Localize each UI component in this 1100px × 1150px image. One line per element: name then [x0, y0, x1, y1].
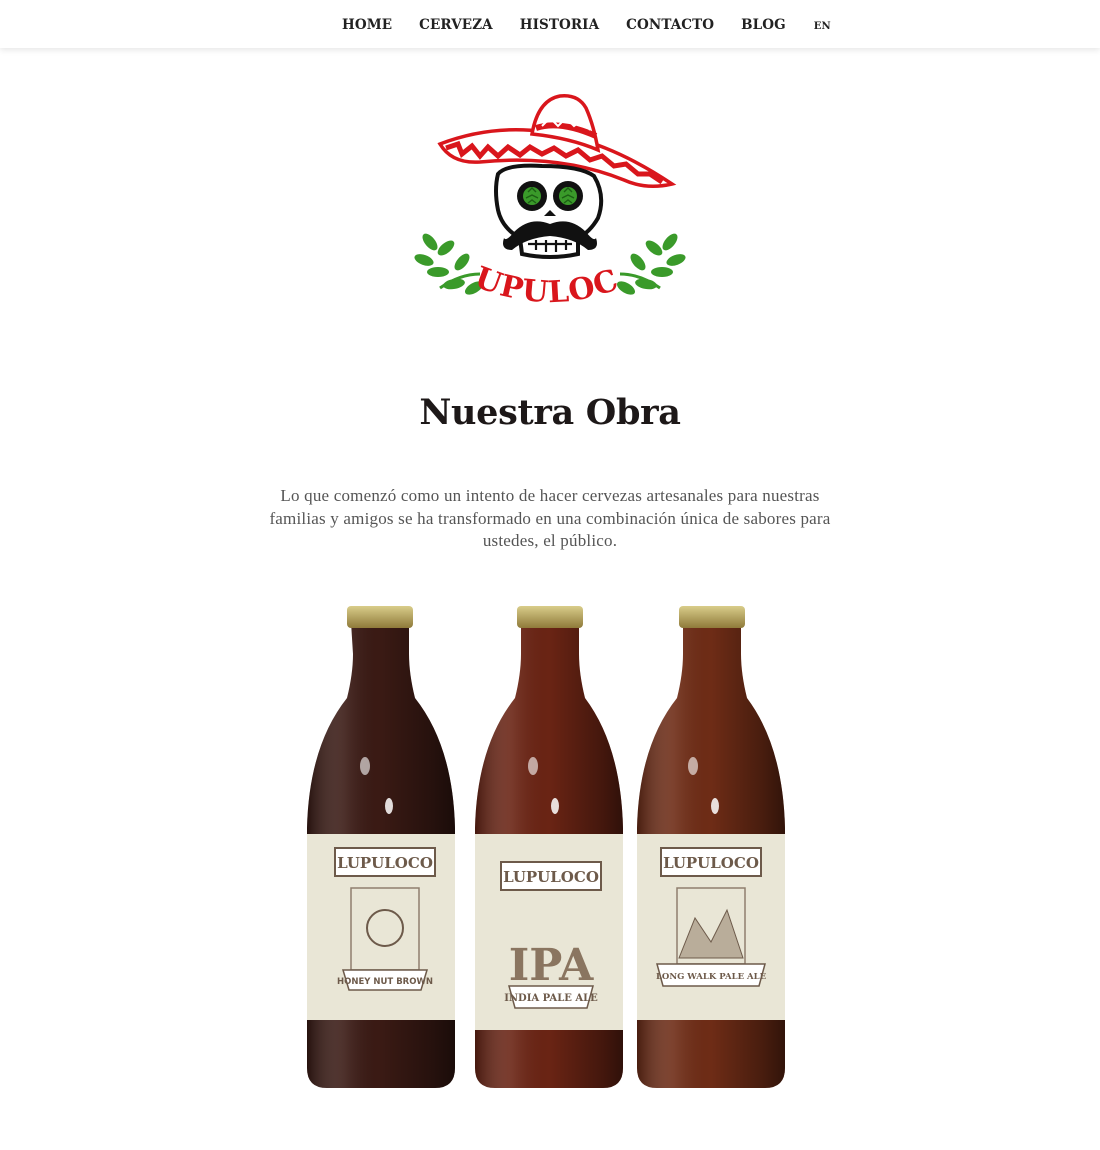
- laurel-right-icon: [616, 233, 686, 295]
- language-switch[interactable]: EN: [814, 21, 831, 32]
- bottle-1-brand: LUPULOCO: [337, 854, 433, 872]
- intro-paragraph: Lo que comenzó como un intento de hacer …: [269, 486, 831, 550]
- page-title: Nuestra Obra: [419, 392, 681, 433]
- bottle-india-pale-ale: LUPULOCO IPA INDIA PALE ALE: [475, 606, 623, 1088]
- nav-menu: HOME CERVEZA HISTORIA CONTACTO BLOG EN: [342, 17, 831, 33]
- nav-item-contacto[interactable]: CONTACTO: [626, 17, 714, 33]
- bottle-1-style: HONEY NUT BROWN: [337, 977, 433, 987]
- bottle-2-big: IPA: [509, 940, 594, 991]
- nav-item-cerveza[interactable]: CERVEZA: [419, 17, 493, 33]
- skull-icon: [494, 163, 604, 259]
- bottles-image: LUPULOCO HONEY NUT BROWN LUPULOCO IPA IN…: [307, 606, 785, 1088]
- lupuloco-logo[interactable]: LUPULOCO: [410, 92, 690, 324]
- top-nav: HOME CERVEZA HISTORIA CONTACTO BLOG EN: [0, 0, 1100, 48]
- bottle-3-style: LONG WALK PALE ALE: [656, 972, 767, 982]
- bottle-2-brand: LUPULOCO: [503, 868, 599, 886]
- nav-item-historia[interactable]: HISTORIA: [520, 17, 599, 33]
- bottle-long-walk-pale-ale: LUPULOCO LONG WALK PALE ALE: [637, 606, 785, 1088]
- nav-item-home[interactable]: HOME: [342, 17, 392, 33]
- bottle-2-style: INDIA PALE ALE: [504, 993, 598, 1004]
- bottle-honey-nut-brown: LUPULOCO HONEY NUT BROWN: [307, 606, 455, 1088]
- bottle-3-brand: LUPULOCO: [663, 854, 759, 872]
- nav-item-blog[interactable]: BLOG: [741, 17, 786, 33]
